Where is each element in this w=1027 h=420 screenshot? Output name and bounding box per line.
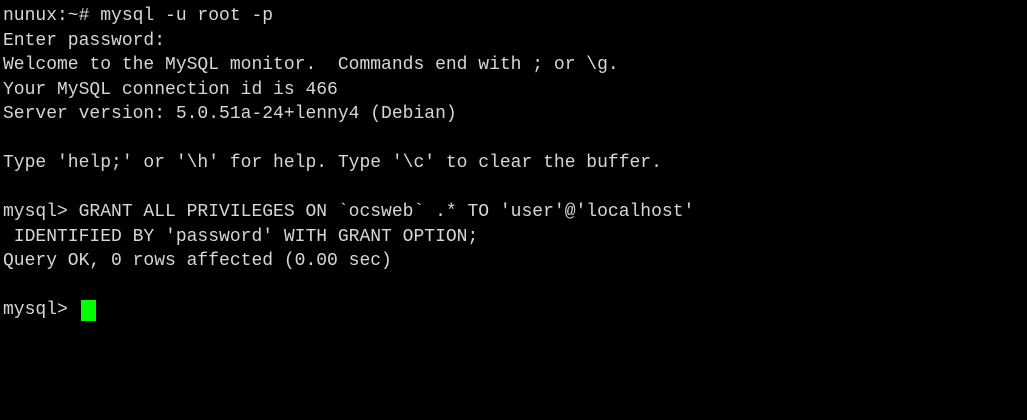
terminal-input-line[interactable]: mysql>	[3, 298, 1027, 323]
terminal-line-password-prompt: Enter password:	[3, 30, 166, 51]
terminal-line-grant-command: mysql> GRANT ALL PRIVILEGES ON `ocsweb` …	[3, 202, 695, 222]
terminal-line-welcome: Welcome to the MySQL monitor. Commands e…	[3, 55, 619, 75]
terminal-line-help: Type 'help;' or '\h' for help. Type '\c'…	[3, 153, 662, 173]
terminal-line-connection-id: Your MySQL connection id is 466	[3, 79, 338, 100]
terminal-line-server-version: Server version: 5.0.51a-24+lenny4 (Debia…	[3, 104, 457, 124]
terminal-window[interactable]: nunux:~# mysql -u root -p Enter password…	[0, 0, 1027, 420]
terminal-line-grant-continuation: IDENTIFIED BY 'password' WITH GRANT OPTI…	[3, 226, 479, 247]
mysql-prompt: mysql>	[3, 300, 79, 320]
terminal-line-query-result: Query OK, 0 rows affected (0.00 sec)	[3, 251, 392, 271]
terminal-line-shell-command: nunux:~# mysql -u root -p	[3, 6, 274, 26]
text-cursor	[80, 299, 96, 321]
